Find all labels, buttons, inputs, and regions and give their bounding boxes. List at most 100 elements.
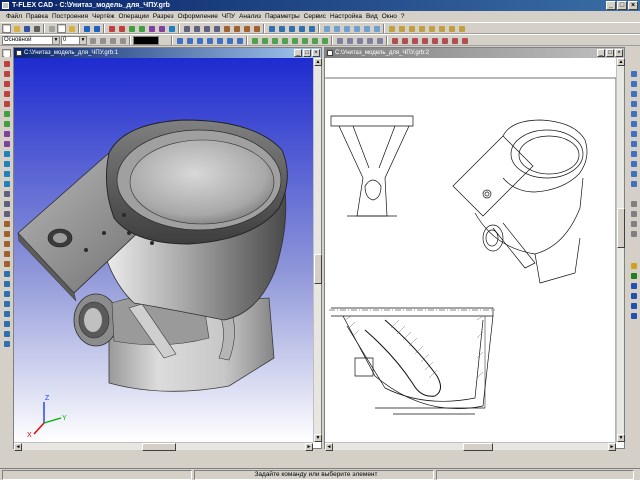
scroll-thumb[interactable] <box>142 443 176 451</box>
hatch-icon[interactable] <box>167 24 176 33</box>
scroll-thumb[interactable] <box>463 443 493 451</box>
help-icon[interactable] <box>457 24 466 33</box>
scroll-thumb[interactable] <box>617 208 625 248</box>
priority-icon[interactable] <box>108 36 117 45</box>
minimize-button[interactable]: _ <box>606 1 616 10</box>
lcs-icon[interactable] <box>277 24 286 33</box>
node-icon[interactable] <box>127 24 136 33</box>
shell-icon[interactable] <box>2 329 11 337</box>
tolerance-icon[interactable] <box>2 169 11 177</box>
menu-cnc[interactable]: ЧПУ <box>220 11 237 22</box>
view-front-icon[interactable] <box>322 24 331 33</box>
undo-icon[interactable] <box>82 24 91 33</box>
pan-icon[interactable] <box>629 119 638 127</box>
redraw-icon[interactable] <box>235 36 244 45</box>
check-icon[interactable] <box>400 36 409 45</box>
view-iso-icon[interactable] <box>352 24 361 33</box>
menu-window[interactable]: Окно <box>380 11 399 22</box>
zoom-window-icon[interactable] <box>195 36 204 45</box>
drawing-sheet[interactable] <box>325 58 616 442</box>
3d-path-icon[interactable] <box>297 24 306 33</box>
menu-operations[interactable]: Операции <box>116 11 150 22</box>
scroll-left-button[interactable]: ◄ <box>325 443 333 451</box>
menu-parameters[interactable]: Параметры <box>263 11 302 22</box>
pan-icon[interactable] <box>215 36 224 45</box>
picture-icon[interactable] <box>2 199 11 207</box>
edit-icon[interactable] <box>2 219 11 227</box>
fillet-icon[interactable] <box>232 24 241 33</box>
text-icon[interactable] <box>157 24 166 33</box>
roughness-icon[interactable] <box>2 159 11 167</box>
node-icon[interactable] <box>2 109 11 117</box>
zoom-fit-icon[interactable] <box>629 169 638 177</box>
snap-end-icon[interactable] <box>300 36 309 45</box>
move-icon[interactable] <box>2 239 11 247</box>
zoom-prev-icon[interactable] <box>629 109 638 117</box>
scroll-up-button[interactable]: ▲ <box>314 58 322 66</box>
snap-mid-icon[interactable] <box>310 36 319 45</box>
redo-icon[interactable] <box>92 24 101 33</box>
document-title-2d[interactable]: C:\Унитаз_модель_для_ЧПУ.grb:2 _ □ × <box>325 48 624 58</box>
projection-icon[interactable] <box>335 36 344 45</box>
scroll-up-button[interactable]: ▲ <box>617 58 625 66</box>
snap-center-icon[interactable] <box>290 36 299 45</box>
line-level-select[interactable]: 0 ▼ <box>61 35 87 45</box>
measure-icon[interactable] <box>390 36 399 45</box>
menu-help[interactable]: ? <box>399 11 407 22</box>
drawing-hscroll[interactable]: ◄ ► <box>325 442 616 451</box>
circle-icon[interactable] <box>117 24 126 33</box>
boolean-icon[interactable] <box>222 24 231 33</box>
extrude-icon[interactable] <box>182 24 191 33</box>
pages-icon[interactable] <box>427 24 436 33</box>
viewport-3d-hscroll[interactable]: ◄ ► <box>14 442 313 451</box>
doc-maximize-button[interactable]: □ <box>606 49 614 57</box>
grid-icon[interactable] <box>629 209 638 217</box>
layers-icon[interactable] <box>417 24 426 33</box>
workplane-icon[interactable] <box>267 24 276 33</box>
3d-profile-icon[interactable] <box>307 24 316 33</box>
sweep-icon[interactable] <box>212 24 221 33</box>
zoom-window-icon[interactable] <box>629 89 638 97</box>
properties-icon[interactable] <box>629 291 638 299</box>
zoom-scale-icon[interactable] <box>629 159 638 167</box>
import-icon[interactable] <box>460 36 469 45</box>
leader-icon[interactable] <box>2 179 11 187</box>
cut-icon[interactable] <box>47 24 56 33</box>
parameters-icon[interactable] <box>629 301 638 309</box>
fragments-icon[interactable] <box>437 24 446 33</box>
menu-edit[interactable]: Правка <box>24 11 50 22</box>
style-icon[interactable] <box>118 36 127 45</box>
copy-icon[interactable] <box>57 23 66 33</box>
break-view-icon[interactable] <box>365 36 374 45</box>
arrow-view-icon[interactable] <box>375 36 384 45</box>
snap-circle-icon[interactable] <box>280 36 289 45</box>
save-icon[interactable] <box>22 24 31 33</box>
doc-minimize-button[interactable]: _ <box>597 49 605 57</box>
view-top-icon[interactable] <box>332 24 341 33</box>
3d-node-icon[interactable] <box>287 24 296 33</box>
help-icon[interactable] <box>629 311 638 319</box>
new-file-icon[interactable] <box>2 23 11 33</box>
library-icon[interactable] <box>629 271 638 279</box>
line-icon[interactable] <box>107 24 116 33</box>
doc-minimize-button[interactable]: _ <box>294 49 302 57</box>
spline-icon[interactable] <box>2 99 11 107</box>
drawing-canvas-2d[interactable] <box>325 58 616 442</box>
hatch-icon[interactable] <box>2 149 11 157</box>
viewport-3d-canvas[interactable]: Z Y X <box>14 58 313 442</box>
scroll-thumb[interactable] <box>314 254 322 284</box>
loft-icon[interactable] <box>2 289 11 297</box>
fillet-icon[interactable] <box>2 319 11 327</box>
loft-icon[interactable] <box>202 24 211 33</box>
array-icon[interactable] <box>2 339 11 347</box>
document-title-3d[interactable]: C:\Унитаз_модель_для_ЧПУ.grb:1 _ □ × <box>14 48 321 58</box>
zoom-selection-icon[interactable] <box>629 179 638 187</box>
snap-grid-icon[interactable] <box>320 36 329 45</box>
snap-node-icon[interactable] <box>250 36 259 45</box>
ellipse-icon[interactable] <box>2 89 11 97</box>
color-dropdown-icon[interactable] <box>160 36 169 45</box>
paste-icon[interactable] <box>67 24 76 33</box>
menu-construct[interactable]: Построения <box>50 11 90 22</box>
menu-service[interactable]: Сервис <box>302 11 328 22</box>
layer-icon[interactable] <box>629 199 638 207</box>
